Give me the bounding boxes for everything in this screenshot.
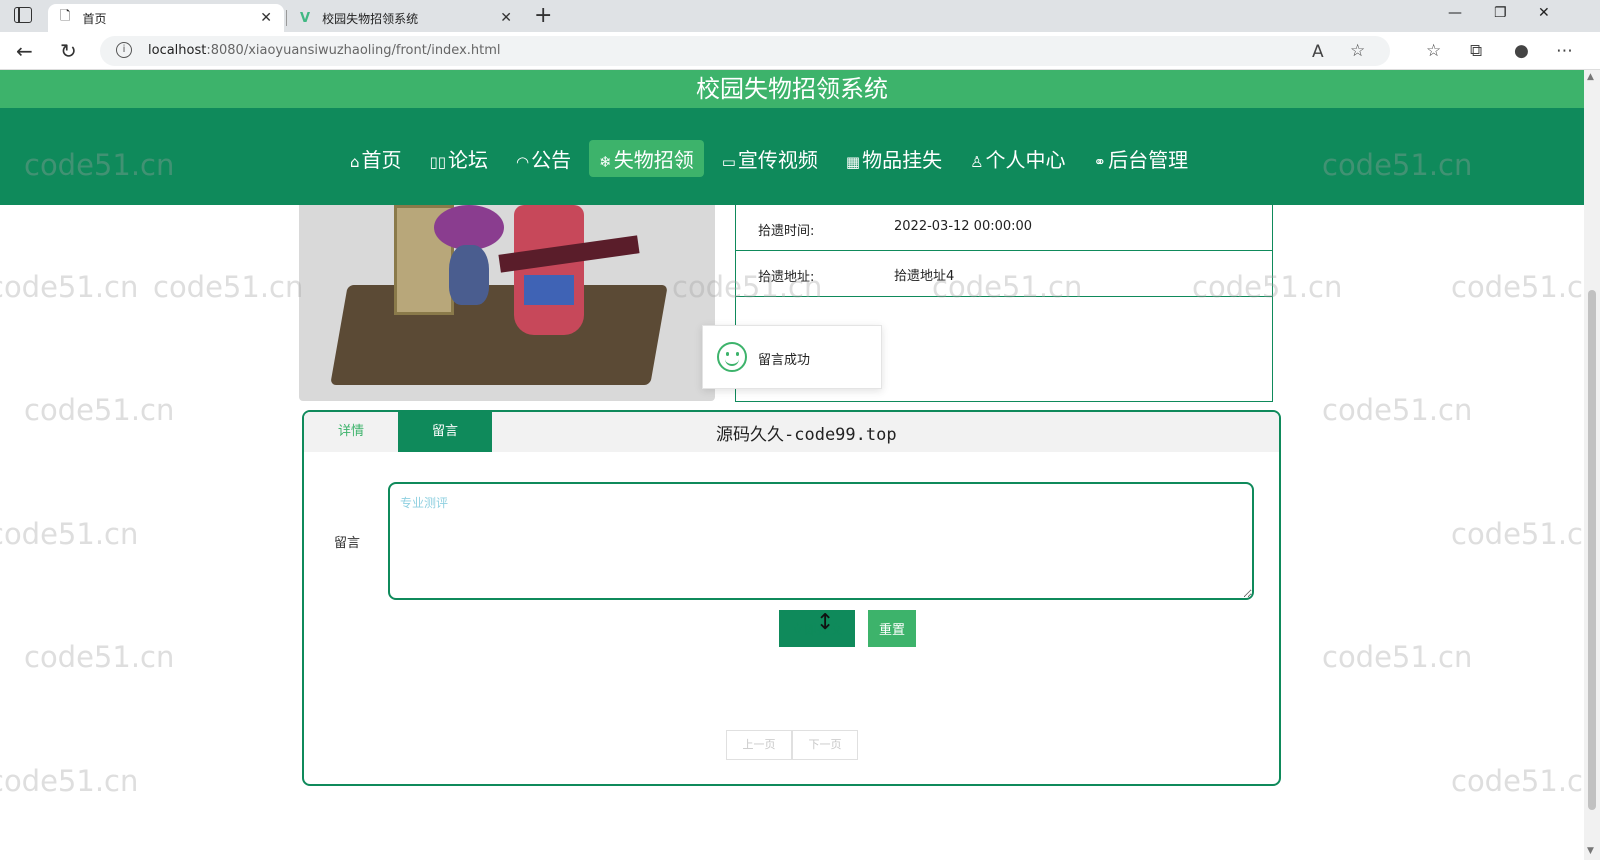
reset-button[interactable]: 重置: [868, 610, 916, 647]
nav-item-forum[interactable]: ▯▯ 论坛: [420, 140, 499, 177]
watermark-text: code51.cn: [1451, 764, 1584, 798]
info-key: 拾遗时间:: [758, 224, 815, 239]
nav-item-personal[interactable]: ♙ 个人中心: [960, 140, 1075, 177]
browser-tab-bar: 🗋 首页 ✕ V 校园失物招领系统 ✕ + — ❐ ✕: [0, 0, 1600, 32]
nav-label: 失物招领: [613, 148, 694, 172]
watermark-text: code51.cn: [0, 270, 139, 304]
watermark-text: code51.cn: [1451, 270, 1584, 304]
info-value: 拾遗地址4: [894, 269, 955, 284]
info-icon[interactable]: i: [116, 42, 132, 58]
info-row-time: 拾遗时间: 2022-03-12 00:00:00: [736, 205, 1272, 251]
info-value: 2022-03-12 00:00:00: [894, 219, 1033, 234]
tab-title: 首页: [82, 11, 107, 26]
tab-title: 校园失物招领系统: [322, 11, 419, 26]
refresh-icon[interactable]: ↻: [60, 39, 77, 63]
collections-icon[interactable]: ⧉: [1470, 41, 1482, 61]
close-icon[interactable]: ✕: [500, 10, 512, 26]
page-scrollbar[interactable]: ▲ ▼: [1584, 70, 1600, 860]
main-navbar: ⌂ 首页 ▯▯ 论坛 ◠ 公告 ❄ 失物招领 ▭ 宣传视频 ▦ 物品挂失 ♙ 个人中心 ⚭ 后台…: [0, 108, 1584, 205]
smile-icon: [717, 342, 747, 372]
minimize-icon[interactable]: —: [1448, 5, 1462, 21]
comment-textarea[interactable]: [388, 482, 1254, 600]
user-icon: ♙: [970, 153, 984, 171]
nav-label: 论坛: [448, 148, 489, 172]
watermark-text: code51.cn: [24, 393, 175, 427]
info-key: 拾遗地址:: [758, 270, 815, 285]
next-page-button[interactable]: 下一页: [792, 730, 858, 760]
photo-figure: [514, 205, 584, 335]
tab-comment[interactable]: 留言: [398, 412, 492, 452]
watermark-text: code51.cn: [0, 764, 139, 798]
close-icon[interactable]: ✕: [260, 10, 272, 26]
item-photo: [299, 205, 715, 401]
tab-actions-icon[interactable]: [14, 7, 32, 23]
nav-label: 公告: [531, 148, 572, 172]
source-watermark: 源码久久-code99.top: [716, 425, 897, 445]
photo-vase: [449, 245, 489, 305]
site-title: 校园失物招领系统: [0, 70, 1584, 108]
comment-label: 留言: [334, 536, 361, 551]
watermark-text: code51.cn: [1322, 640, 1473, 674]
photo-flowers: [434, 205, 504, 250]
watermark-text: code51.cn: [0, 517, 139, 551]
snowflake-icon: ❄: [599, 153, 612, 171]
profile-avatar-icon[interactable]: ●: [1514, 41, 1529, 61]
restore-icon[interactable]: ❐: [1494, 5, 1507, 21]
tab-divider: [286, 10, 287, 26]
forum-icon: ▯▯: [429, 153, 447, 171]
watermark-text: code51.cn: [1322, 393, 1473, 427]
grid-icon: ▦: [845, 153, 861, 171]
video-icon: ▭: [721, 153, 736, 171]
address-bar: ← ↻ i localhost:8080/xiaoyuansiwuzhaolin…: [0, 32, 1600, 70]
notice-icon: ◠: [516, 153, 530, 171]
window-close-icon[interactable]: ✕: [1538, 5, 1550, 21]
more-menu-icon[interactable]: ⋯: [1556, 41, 1573, 61]
success-toast: 留言成功: [702, 325, 882, 389]
url-input[interactable]: i localhost:8080/xiaoyuansiwuzhaoling/fr…: [100, 36, 1390, 66]
nav-item-admin[interactable]: ⚭ 后台管理: [1084, 140, 1199, 177]
nav-label: 个人中心: [985, 148, 1066, 172]
home-icon: ⌂: [350, 153, 360, 171]
detail-comment-panel: 详情 留言 源码久久-code99.top 留言 立即提交 ↕ 重置 上一页 下…: [302, 410, 1281, 786]
text-cursor-icon: ↕: [816, 610, 835, 635]
prev-page-button[interactable]: 上一页: [726, 730, 792, 760]
nav-label: 首页: [361, 148, 402, 172]
nav-items: ⌂ 首页 ▯▯ 论坛 ◠ 公告 ❄ 失物招领 ▭ 宣传视频 ▦ 物品挂失 ♙ 个人中心 ⚭ 后台…: [340, 140, 1206, 177]
favorite-add-icon[interactable]: ☆: [1350, 41, 1365, 61]
nav-label: 宣传视频: [737, 148, 818, 172]
panel-tab-header: 详情 留言 源码久久-code99.top: [304, 412, 1279, 452]
watermark-text: code51.cn: [153, 270, 304, 304]
link-icon: ⚭: [1093, 153, 1107, 171]
scroll-down-icon[interactable]: ▼: [1587, 846, 1594, 856]
page-content: 校园失物招领系统 ⌂ 首页 ▯▯ 论坛 ◠ 公告 ❄ 失物招领 ▭ 宣传视频 ▦ 物品挂失 …: [0, 70, 1584, 860]
nav-item-lost-found[interactable]: ❄ 失物招领: [589, 140, 704, 177]
toast-message: 留言成功: [758, 353, 811, 368]
watermark-text: code51.cn: [1451, 517, 1584, 551]
nav-item-video[interactable]: ▭ 宣传视频: [712, 140, 828, 177]
browser-tab-home[interactable]: 🗋 首页 ✕: [48, 4, 284, 32]
nav-item-home[interactable]: ⌂ 首页: [340, 140, 412, 177]
nav-label: 物品挂失: [862, 148, 943, 172]
scroll-up-icon[interactable]: ▲: [1587, 72, 1594, 82]
watermark-text: code51.cn: [24, 640, 175, 674]
pagination: 上一页 下一页: [726, 730, 858, 760]
info-row-address: 拾遗地址: 拾遗地址4: [736, 251, 1272, 297]
read-aloud-icon[interactable]: A: [1312, 42, 1324, 62]
vue-logo-icon: V: [300, 10, 311, 26]
scroll-thumb[interactable]: [1588, 290, 1596, 810]
nav-label: 后台管理: [1108, 148, 1189, 172]
page-icon: 🗋: [60, 9, 71, 24]
tab-detail[interactable]: 详情: [304, 412, 398, 452]
back-icon[interactable]: ←: [16, 39, 33, 63]
nav-item-notice[interactable]: ◠ 公告: [506, 140, 581, 177]
favorites-icon[interactable]: ☆: [1426, 41, 1441, 61]
photo-tray: [330, 285, 668, 385]
browser-tab-system[interactable]: V 校园失物招领系统 ✕: [288, 4, 524, 32]
url-text: localhost:8080/xiaoyuansiwuzhaoling/fron…: [148, 43, 501, 58]
nav-item-report-loss[interactable]: ▦ 物品挂失: [836, 140, 952, 177]
new-tab-icon[interactable]: +: [534, 3, 552, 28]
